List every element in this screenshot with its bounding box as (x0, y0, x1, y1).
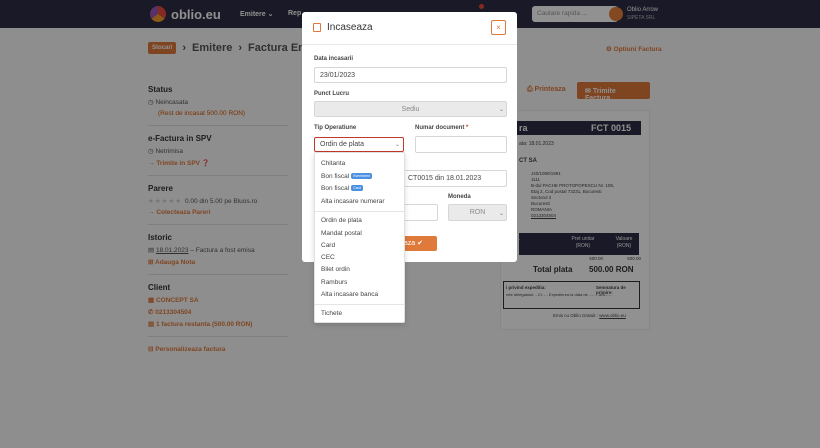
menu-item-ordin-plata[interactable]: Ordin de plata (321, 217, 362, 224)
chevron-down-icon: ⌄ (499, 107, 505, 113)
menu-item-ramburs[interactable]: Ramburs (321, 279, 347, 286)
divider (315, 211, 405, 212)
document-number-label: Numar document * (415, 125, 469, 131)
menu-item-bon-fiscal-card[interactable]: Bon fiscal Card (321, 185, 363, 192)
chevron-down-icon: ⌄ (395, 142, 401, 148)
menu-item-chitanta[interactable]: Chitanta (321, 160, 345, 167)
divider (302, 44, 517, 45)
operation-type-select[interactable]: Ordin de plata (314, 137, 404, 152)
event-badge: Eveniment (351, 173, 372, 180)
chevron-down-icon: ⌄ (499, 211, 505, 217)
menu-item-tichete[interactable]: Tichete (321, 310, 342, 317)
card-badge: Card (351, 185, 363, 192)
menu-item-cec[interactable]: CEC (321, 254, 335, 261)
operation-type-menu: Chitanta Bon fiscal Eveniment Bon fiscal C… (314, 152, 405, 323)
divider (315, 304, 405, 305)
amount-input[interactable] (402, 204, 438, 221)
date-input[interactable]: 23/01/2023 (314, 67, 507, 83)
workpoint-select[interactable]: Sediu (314, 101, 507, 117)
menu-item-alta-numerar[interactable]: Alta incasare numerar (321, 198, 385, 205)
close-button[interactable]: × (491, 20, 506, 35)
document-number-input[interactable] (415, 136, 507, 153)
menu-item-bon-fiscal[interactable]: Bon fiscal Eveniment (321, 173, 372, 180)
menu-item-alta-banca[interactable]: Alta incasare banca (321, 291, 378, 298)
menu-item-bilet-ordin[interactable]: Bilet ordin (321, 266, 350, 273)
modal-title: Incaseaza (327, 22, 373, 33)
date-label: Data incasarii (314, 56, 354, 62)
operation-type-label: Tip Operatiune (314, 125, 357, 131)
menu-item-mandat-postal[interactable]: Mandat postal (321, 230, 362, 237)
currency-label: Moneda (448, 194, 471, 200)
workpoint-label: Punct Lucru (314, 91, 350, 97)
receipt-icon (313, 23, 321, 32)
menu-item-card[interactable]: Card (321, 242, 335, 249)
description-input[interactable]: CT0015 din 18.01.2023 (402, 170, 507, 187)
